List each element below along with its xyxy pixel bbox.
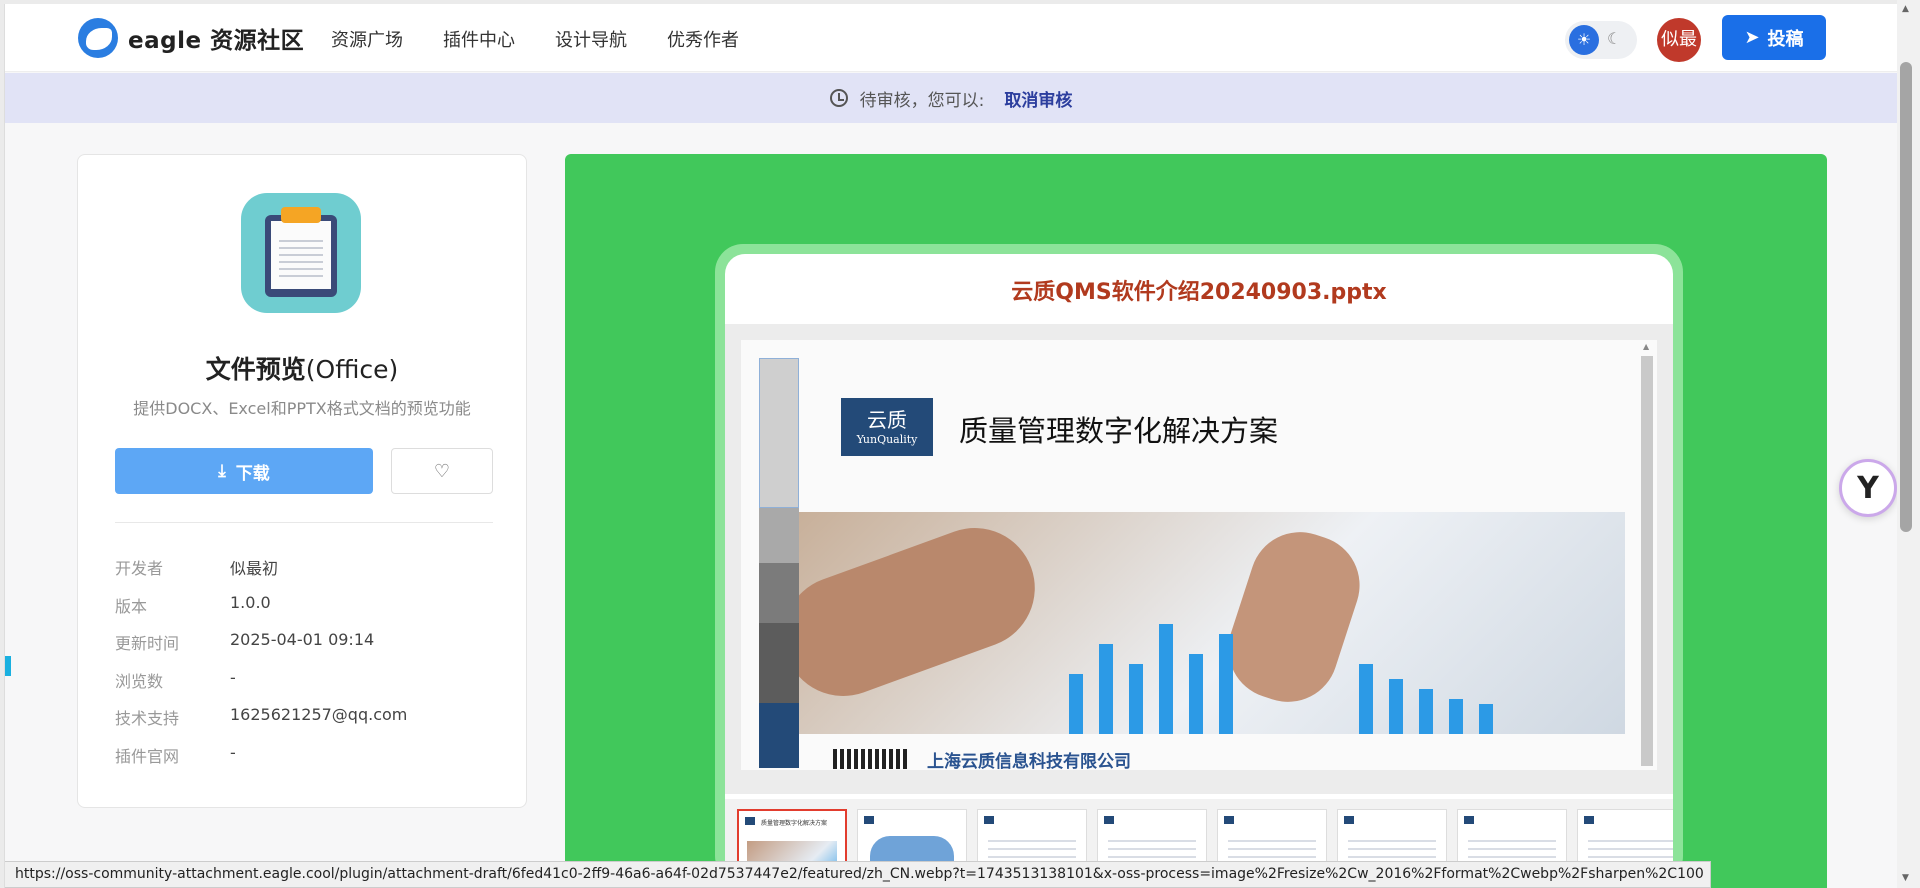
meta-key: 浏览数 [115, 671, 164, 691]
plugin-title-main: 文件预览 [205, 355, 306, 384]
download-label: 下载 [235, 463, 270, 484]
preview-window: 云质QMS软件介绍20240903.pptx 云质 YunQuality 质量管… [725, 254, 1673, 884]
send-icon: ➤ [1744, 27, 1760, 48]
meta-row-updated: 更新时间 2025-04-01 09:14 [115, 630, 493, 668]
slide-footer: 上海云质信息科技有限公司 [799, 735, 1625, 770]
company-name: 上海云质信息科技有限公司 [927, 752, 1131, 770]
nav-resource-square[interactable]: 资源广场 [331, 26, 403, 52]
plugin-title-suffix: (Office) [305, 355, 399, 384]
meta-key: 技术支持 [115, 709, 180, 729]
review-status-text: 待审核，您可以: [859, 90, 985, 111]
meta-key: 插件官网 [115, 746, 180, 766]
meta-value: - [230, 742, 236, 762]
meta-row-developer: 开发者 似最初 [115, 555, 493, 593]
submit-button[interactable]: ➤ 投稿 [1722, 15, 1826, 60]
plugin-meta-list: 开发者 似最初 版本 1.0.0 更新时间 2025-04-01 09:14 浏… [115, 555, 493, 781]
slide-heading: 质量管理数字化解决方案 [959, 414, 1279, 448]
user-avatar[interactable]: 似最 [1657, 18, 1701, 62]
review-status-banner: 待审核，您可以: 取消审核 [5, 73, 1897, 123]
hands-chart-photo [799, 512, 1625, 734]
favorite-button[interactable]: ♡ [391, 448, 493, 494]
scroll-down-arrow-icon[interactable]: ▼ [1902, 873, 1909, 883]
submit-label: 投稿 [1767, 28, 1804, 50]
clipboard-icon [241, 193, 361, 313]
site-logo[interactable]: eagle 资源社区 [78, 18, 304, 58]
file-name: 云质QMS软件介绍20240903.pptx [1011, 280, 1387, 305]
nav-plugin-center[interactable]: 插件中心 [443, 26, 515, 52]
meta-key: 更新时间 [115, 634, 180, 654]
eagle-logo-icon [78, 18, 118, 58]
slide-scrollbar[interactable] [1641, 342, 1653, 766]
slide-viewer[interactable]: 云质 YunQuality 质量管理数字化解决方案 上海云质信息科技有限公司 ▲ [725, 324, 1673, 794]
link-status-url: https://oss-community-attachment.eagle.c… [5, 861, 1711, 888]
meta-key: 开发者 [115, 559, 164, 578]
heart-icon: ♡ [433, 460, 451, 482]
scroll-up-arrow-icon[interactable]: ▲ [1902, 4, 1909, 14]
plugin-description: 提供DOCX、Excel和PPTX格式文档的预览功能 [133, 399, 471, 418]
meta-row-views: 浏览数 - [115, 668, 493, 706]
current-slide: 云质 YunQuality 质量管理数字化解决方案 上海云质信息科技有限公司 ▲ [741, 340, 1657, 770]
main-nav: 资源广场 插件中心 设计导航 优秀作者 [331, 26, 779, 52]
meta-value: 似最初 [230, 559, 279, 578]
meta-row-support: 技术支持 1625621257@qq.com [115, 705, 493, 743]
moon-icon: ☾ [1607, 29, 1622, 48]
divider [115, 522, 493, 523]
assistant-float-icon[interactable]: Y [1839, 459, 1897, 517]
clock-icon [829, 89, 848, 107]
download-button[interactable]: ⤓ 下载 [115, 448, 373, 494]
plugin-preview-panel: 云质QMS软件介绍20240903.pptx 云质 YunQuality 质量管… [565, 154, 1827, 888]
logo-text: eagle 资源社区 [128, 28, 305, 54]
side-drawer-tab[interactable] [5, 656, 11, 676]
yunquality-logo: 云质 YunQuality [841, 398, 933, 456]
nav-top-authors[interactable]: 优秀作者 [667, 26, 739, 52]
top-navbar: eagle 资源社区 资源广场 插件中心 设计导航 优秀作者 ☀ ☾ 似最 ➤ … [5, 4, 1897, 72]
meta-value: 1.0.0 [230, 592, 271, 612]
meta-value: - [230, 667, 236, 687]
plugin-title: 文件预览(Office) [78, 350, 526, 386]
download-icon: ⤓ [218, 461, 226, 481]
meta-row-version: 版本 1.0.0 [115, 593, 493, 631]
meta-value: 1625621257@qq.com [230, 705, 408, 725]
nav-design-navigation[interactable]: 设计导航 [555, 26, 627, 52]
theme-toggle[interactable]: ☀ ☾ [1565, 21, 1637, 59]
cancel-review-link[interactable]: 取消审核 [1004, 86, 1072, 111]
plugin-info-card: 文件预览(Office) 提供DOCX、Excel和PPTX格式文档的预览功能 … [77, 154, 527, 808]
preview-window-frame: 云质QMS软件介绍20240903.pptx 云质 YunQuality 质量管… [715, 244, 1683, 884]
browser-viewport: eagle 资源社区 资源广场 插件中心 设计导航 优秀作者 ☀ ☾ 似最 ➤ … [4, 4, 1897, 888]
meta-key: 版本 [115, 596, 148, 616]
slide-color-strip [759, 358, 799, 768]
meta-value: 2025-04-01 09:14 [230, 630, 375, 650]
qr-code-icon [833, 749, 907, 769]
sun-icon: ☀ [1569, 25, 1599, 55]
meta-row-website: 插件官网 - [115, 743, 493, 781]
page-scrollbar-thumb[interactable] [1900, 62, 1912, 532]
